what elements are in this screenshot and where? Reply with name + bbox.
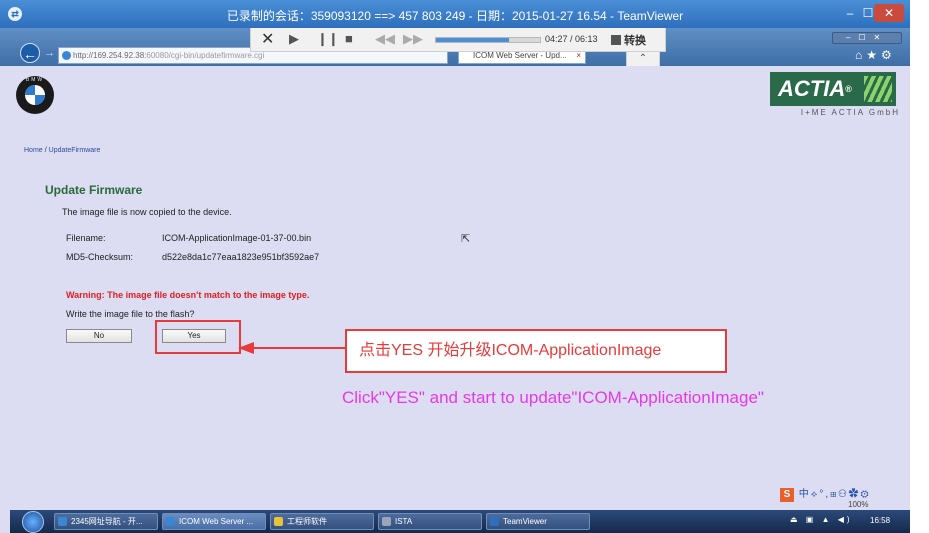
filename-value: ICOM-ApplicationImage-01-37-00.bin xyxy=(162,233,312,243)
actia-logo: ACTIA® xyxy=(770,72,896,106)
actia-brand: ACTIA xyxy=(778,76,846,101)
playback-progress-fill xyxy=(436,38,509,42)
web-page: BMW ACTIA® I+ME ACTIA GmbH Home / UpdateFi… xyxy=(10,66,910,506)
browser-window-buttons[interactable]: –☐✕ xyxy=(832,32,902,44)
home-favorites-tools-icons[interactable]: ⌂★⚙ xyxy=(855,48,896,62)
actia-reg-mark: ® xyxy=(845,84,852,94)
ista-icon xyxy=(382,517,391,526)
system-tray-icons[interactable]: ⏏ ▣ ▲ ◀) xyxy=(790,515,853,524)
close-playback-icon[interactable]: ✕ xyxy=(261,29,274,49)
convert-label: 转换 xyxy=(624,35,646,47)
stop-icon[interactable]: ■ xyxy=(345,31,353,46)
flash-question: Write the image file to the flash? xyxy=(66,309,195,319)
ime-toolbar-icons[interactable]: 中⟡°,⊞⚇✿⚙ xyxy=(799,489,871,500)
mouse-cursor-icon: ⇱ xyxy=(461,233,471,245)
convert-button[interactable]: 转换 xyxy=(611,32,646,48)
breadcrumb-current[interactable]: UpdateFirmware xyxy=(49,147,101,154)
taskbar: 2345网址导航 - 开... ICOM Web Server ... 工程师软… xyxy=(10,510,910,533)
back-button[interactable]: ← xyxy=(20,43,40,63)
ie-page-icon xyxy=(62,51,71,60)
taskbar-item-icom-web-server[interactable]: ICOM Web Server ... xyxy=(162,513,266,530)
url-rest-text: 60080/cgi-bin/updatefirmware.cgi xyxy=(146,51,265,60)
breadcrumb: Home / UpdateFirmware xyxy=(24,147,100,154)
convert-icon xyxy=(611,35,621,45)
ie-icon xyxy=(166,517,175,526)
close-button[interactable]: ✕ xyxy=(874,4,904,22)
folder-icon xyxy=(274,517,283,526)
zoom-level[interactable]: 100% xyxy=(848,500,868,509)
rewind-icon[interactable]: ◀◀ xyxy=(375,31,395,47)
taskbar-item-label: TeamViewer xyxy=(503,517,547,526)
forward-button[interactable]: → xyxy=(44,47,55,59)
breadcrumb-separator: / xyxy=(44,147,47,154)
warning-message: Warning: The image file doesn't match to… xyxy=(66,290,310,300)
fast-forward-icon[interactable]: ▶▶ xyxy=(403,31,423,47)
bmw-logo: BMW xyxy=(16,76,54,114)
breadcrumb-home-link[interactable]: Home xyxy=(24,147,43,154)
playback-control-bar: ✕ ▶ ❙❙ ■ ◀◀ ▶▶ 04:27 / 06:13 转换 xyxy=(250,28,666,52)
copied-message: The image file is now copied to the devi… xyxy=(62,207,232,217)
clock[interactable]: 16:58 xyxy=(870,516,890,525)
caption-instruction-en: Click"YES" and start to update"ICOM-Appl… xyxy=(342,388,764,407)
md5-value: d522e8da1c77eaa1823e951bf3592ae7 xyxy=(162,252,320,262)
pause-icon[interactable]: ❙❙ xyxy=(317,31,339,47)
taskbar-item-label: 2345网址导航 - 开... xyxy=(71,517,143,526)
playback-progress-slider[interactable] xyxy=(435,37,541,43)
sogou-ime-icon: S xyxy=(780,488,794,502)
playback-time: 04:27 / 06:13 xyxy=(545,34,598,44)
bmw-logo-text: BMW xyxy=(25,77,45,83)
taskbar-item-label: ICOM Web Server ... xyxy=(179,517,254,526)
start-button[interactable] xyxy=(22,511,44,533)
taskbar-item-engineer-software[interactable]: 工程师软件 xyxy=(270,513,374,530)
taskbar-item-label: ISTA xyxy=(395,517,413,526)
actia-subtitle: I+ME ACTIA GmbH xyxy=(800,108,900,117)
yes-highlight-box xyxy=(155,320,241,354)
no-button[interactable]: No xyxy=(66,329,132,343)
page-title: Update Firmware xyxy=(45,183,143,197)
filename-label: Filename: xyxy=(66,233,106,243)
play-icon[interactable]: ▶ xyxy=(289,31,299,47)
taskbar-item-ista[interactable]: ISTA xyxy=(378,513,482,530)
taskbar-item-label: 工程师软件 xyxy=(287,517,327,526)
teamviewer-titlebar: ⇄ 已录制的会话：359093120 ==> 457 803 249 - 日期：… xyxy=(0,0,910,28)
callout-arrow-icon xyxy=(238,342,348,354)
taskbar-item-teamviewer[interactable]: TeamViewer xyxy=(486,513,590,530)
taskbar-item-browser-nav[interactable]: 2345网址导航 - 开... xyxy=(54,513,158,530)
url-text: http://169.254.92.38: xyxy=(73,51,147,60)
ie-icon xyxy=(58,517,67,526)
teamviewer-icon xyxy=(490,517,499,526)
teamviewer-window-title: 已录制的会话：359093120 ==> 457 803 249 - 日期：20… xyxy=(226,9,684,23)
callout-instruction-cn: 点击YES 开始升级ICOM-ApplicationImage xyxy=(345,329,727,373)
remote-screen: ⇄ 已录制的会话：359093120 ==> 457 803 249 - 日期：… xyxy=(0,0,910,533)
tab-title: ICOM Web Server - Upd... xyxy=(473,51,567,60)
ime-toolbar[interactable]: S 中⟡°,⊞⚇✿⚙ xyxy=(780,485,910,502)
md5-label: MD5-Checksum: xyxy=(66,252,134,262)
